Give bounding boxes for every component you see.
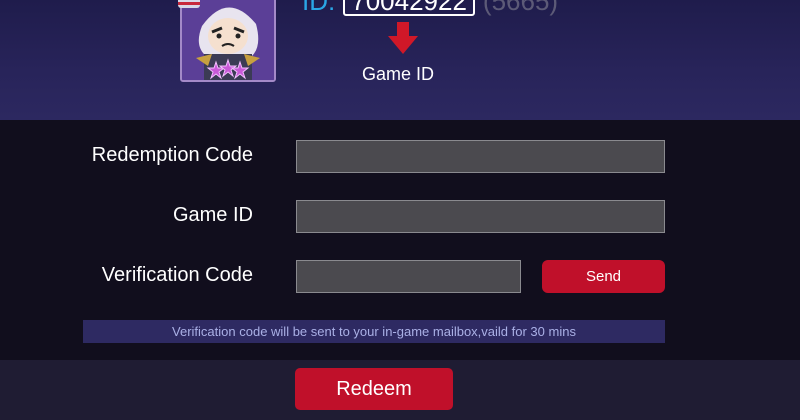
redemption-code-input[interactable] <box>296 140 665 173</box>
flag-badge-icon <box>178 0 200 8</box>
id-label: ID: <box>302 0 336 16</box>
player-zone-id: (5665) <box>482 0 559 16</box>
profile-banner <box>0 0 800 120</box>
player-id-row: ID: 70042922 (5665) <box>302 0 558 16</box>
game-id-label: Game ID <box>172 204 253 226</box>
verification-code-input[interactable] <box>296 260 521 293</box>
send-code-button[interactable]: Send <box>542 260 665 293</box>
verification-notice: Verification code will be sent to your i… <box>83 320 665 343</box>
redeem-button[interactable]: Redeem <box>295 368 453 410</box>
hero-avatar-icon <box>180 0 276 82</box>
down-arrow-icon <box>388 22 418 54</box>
redemption-code-label: Redemption Code <box>91 144 253 166</box>
star-rating-icon <box>206 58 250 80</box>
game-id-caption: Game ID <box>362 64 435 84</box>
player-id-value: 70042922 <box>343 0 475 16</box>
game-id-input[interactable] <box>296 200 665 233</box>
verification-code-label: Verification Code <box>101 264 253 286</box>
